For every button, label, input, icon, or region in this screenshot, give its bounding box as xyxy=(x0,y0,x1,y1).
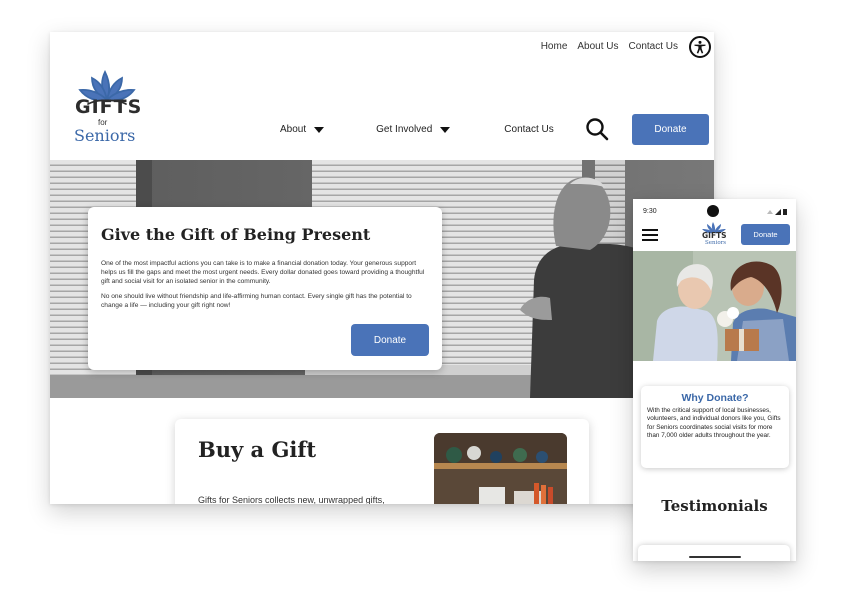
hero-section: Give the Gift of Being Present One of th… xyxy=(50,160,714,398)
hero-title: Give the Gift of Being Present xyxy=(101,225,371,244)
nav-about-dropdown[interactable]: About xyxy=(280,124,325,135)
testimonial-card xyxy=(638,545,790,561)
nav-contact-us[interactable]: Contact Us xyxy=(504,124,553,135)
caret-down-icon xyxy=(314,126,325,133)
desktop-mockup: Home About Us Contact Us GIFTS for Senio… xyxy=(50,32,714,504)
buy-gift-text: Gifts for Seniors collects new, unwrappe… xyxy=(198,495,385,504)
hamburger-menu-icon[interactable] xyxy=(642,228,658,242)
why-donate-card: Why Donate? With the critical support of… xyxy=(641,386,789,468)
nav-about-us-link[interactable]: About Us xyxy=(577,41,618,52)
nav-about-label: About xyxy=(280,124,307,135)
logo-gifts-text: GIFTS xyxy=(75,96,143,118)
hero-paragraph-2: No one should live without friendship an… xyxy=(101,293,412,309)
mobile-hero-photo xyxy=(633,251,796,361)
buy-gift-title: Buy a Gift xyxy=(198,437,317,462)
search-icon[interactable] xyxy=(585,117,609,141)
header-donate-button[interactable]: Donate xyxy=(632,114,709,145)
nav-contact-label: Contact Us xyxy=(504,124,554,135)
hero-paragraph-1: One of the most impactful actions you ca… xyxy=(101,260,425,285)
caret-down-icon xyxy=(440,126,451,133)
mobile-logo-gifts: GIFTS xyxy=(702,231,727,240)
hero-card: Give the Gift of Being Present One of th… xyxy=(88,207,442,370)
status-icons xyxy=(767,209,787,215)
nav-contact-us-link[interactable]: Contact Us xyxy=(629,41,678,52)
hero-donate-button[interactable]: Donate xyxy=(351,324,429,356)
nav-get-involved-label: Get Involved xyxy=(376,124,433,135)
why-donate-text: With the critical support of local busin… xyxy=(647,407,781,440)
buy-gift-card: Buy a Gift Gifts for Seniors collects ne… xyxy=(175,419,589,504)
site-logo[interactable]: GIFTS for Seniors xyxy=(72,70,142,146)
mobile-donate-button[interactable]: Donate xyxy=(741,224,790,245)
testimonials-title: Testimonials xyxy=(661,497,768,515)
why-donate-title: Why Donate? xyxy=(681,392,749,404)
logo-seniors-text: Seniors xyxy=(74,126,136,145)
accessibility-icon[interactable] xyxy=(689,36,711,58)
nav-get-involved-dropdown[interactable]: Get Involved xyxy=(376,124,451,135)
status-time: 9:30 xyxy=(643,208,657,215)
mobile-logo[interactable]: GIFTS Seniors xyxy=(699,222,729,248)
home-indicator-bar[interactable] xyxy=(689,556,741,558)
nav-home-link[interactable]: Home xyxy=(541,41,568,52)
gift-shelf-photo xyxy=(434,433,567,504)
main-nav: About Get Involved Contact Us xyxy=(280,124,554,135)
utility-nav: Home About Us Contact Us xyxy=(541,41,678,52)
mobile-logo-seniors: Seniors xyxy=(705,240,727,246)
camera-notch xyxy=(707,205,719,217)
mobile-mockup: 9:30 GIFTS Seniors Donate Why Donate? Wi… xyxy=(633,199,796,561)
